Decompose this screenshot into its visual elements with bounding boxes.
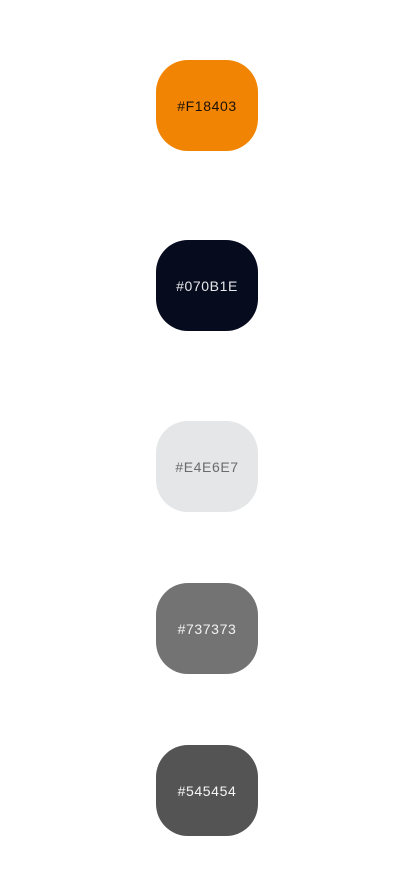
swatch-hex-label: #F18403 [177,97,237,114]
color-swatch-light-gray: #E4E6E7 [156,421,258,512]
color-swatch-gray: #737373 [156,583,258,674]
color-swatch-orange: #F18403 [156,60,258,151]
color-swatch-navy: #070B1E [156,240,258,331]
swatch-hex-label: #070B1E [176,277,238,294]
swatch-hex-label: #E4E6E7 [175,458,239,475]
swatch-hex-label: #737373 [177,620,237,637]
color-swatch-dark-gray: #545454 [156,745,258,836]
swatch-hex-label: #545454 [177,782,237,799]
